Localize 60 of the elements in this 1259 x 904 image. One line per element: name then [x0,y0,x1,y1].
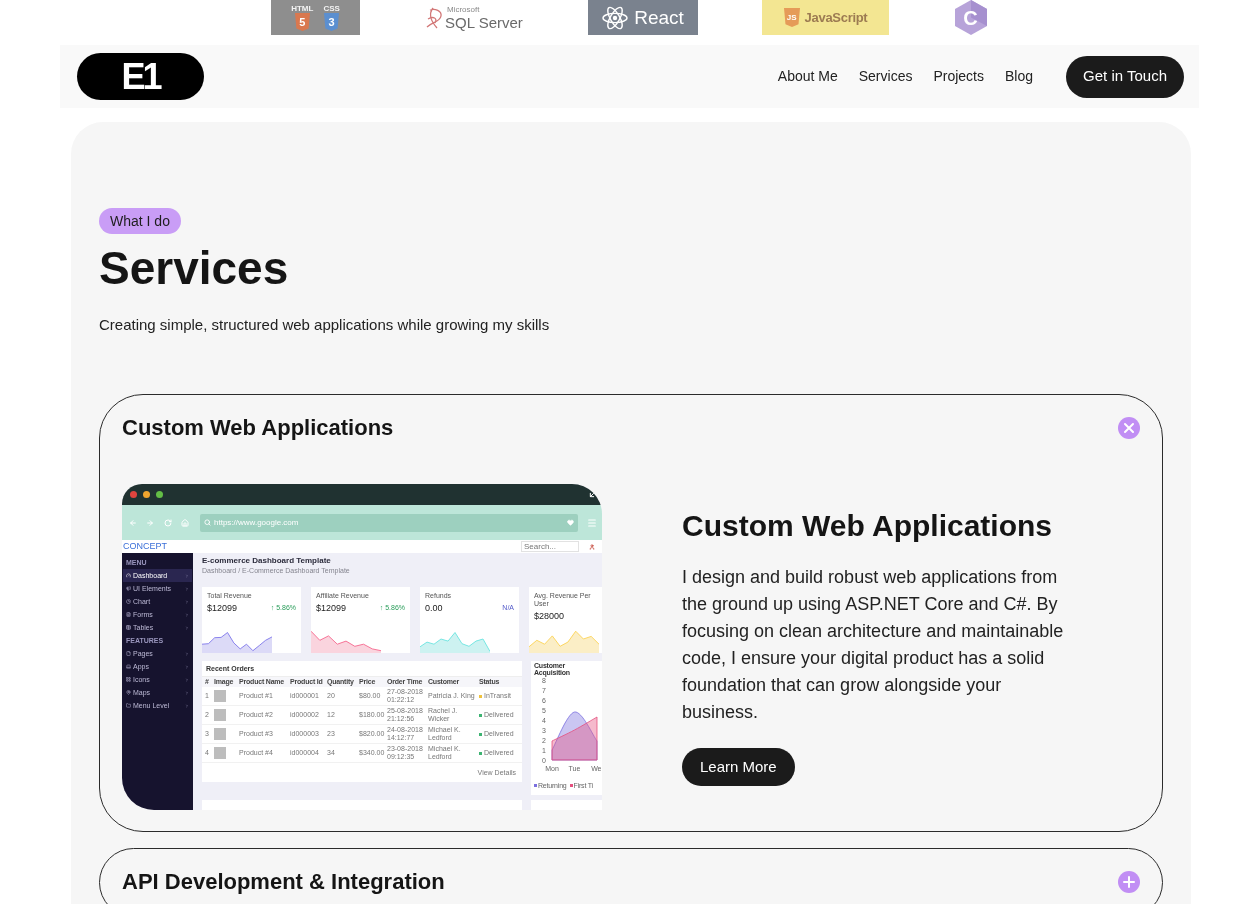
gauge-icon [126,573,131,578]
document-icon [126,612,131,617]
product-image-placeholder [214,728,226,740]
contact-button[interactable]: Get in Touch [1066,55,1184,98]
shield-icon [294,13,310,31]
service-heading: Custom Web Applications [682,508,1053,544]
logo-label: HTML [291,4,314,13]
app-brand: CONCEPT [123,542,167,551]
learn-more-button[interactable]: Learn More [682,748,795,786]
section-badge: What I do [99,208,181,234]
product-image-placeholder [214,690,226,702]
heart-icon [567,519,574,526]
logo-label: CSS [323,4,340,13]
nav-link[interactable]: Projects [933,66,984,87]
shield-icon [324,13,340,31]
atom-icon [602,4,629,31]
shrink-arrow-icon [588,490,596,499]
map-pin-icon [126,690,131,695]
product-image-placeholder [214,709,226,721]
logo-mark: JS [786,13,797,22]
page-icon [126,651,131,656]
product-image-placeholder [214,747,226,759]
logo-wordmark: JavaScript [804,11,868,24]
logo-mark: 5 [299,16,306,28]
metric-value: $12099 [316,603,347,613]
table-icon [126,625,131,630]
pie-chart-icon [126,599,131,604]
back-arrow-icon [129,518,137,527]
megaphone-icon [126,586,131,591]
section-subtitle: Creating simple, structured web applications while growing my skills [99,316,551,334]
menu-icon [587,517,597,528]
grid-icon [126,677,131,682]
metric-value: $28000 [534,611,565,621]
dashboard-title: E-commerce Dashboard Template [202,556,332,566]
search-field[interactable]: Search... [521,541,579,552]
hexagon-logo-icon [954,0,987,35]
nav-link[interactable]: Services [858,66,913,87]
metric-value: 0.00 [425,603,443,613]
shield-icon [783,8,800,27]
forward-arrow-icon [146,518,154,527]
home-icon [181,518,189,527]
metric-value: $12099 [207,603,238,613]
nav-link[interactable]: Blog [1005,66,1034,87]
accordion-toggle[interactable]: API Development & Integration [122,869,1140,895]
logo-wordmark: React [634,8,684,27]
laptop-icon [126,664,131,669]
section-title: Services [99,242,290,294]
search-icon [204,519,211,526]
accordion-toggle[interactable]: Custom Web Applications [122,415,1140,441]
logo-mark: C [963,7,978,28]
logo-wordmark: SQL Server [445,13,523,31]
folder-icon [126,703,131,708]
logo-brand: Microsoft [446,4,481,14]
service-description: I design and build robust web applications from the ground up using ASP.NET Core and C#. By focusing on clean architecture and maintainable code, I ensure your digital product has a solid foundation that can grow alongside your business. [682,566,1065,724]
refresh-icon [164,518,172,527]
user-icon [589,543,595,550]
site-logo[interactable]: E1 [77,53,204,100]
nav-link[interactable]: About Me [777,66,838,87]
swirl-logo-icon [424,5,444,30]
logo-mark: 3 [328,16,335,28]
